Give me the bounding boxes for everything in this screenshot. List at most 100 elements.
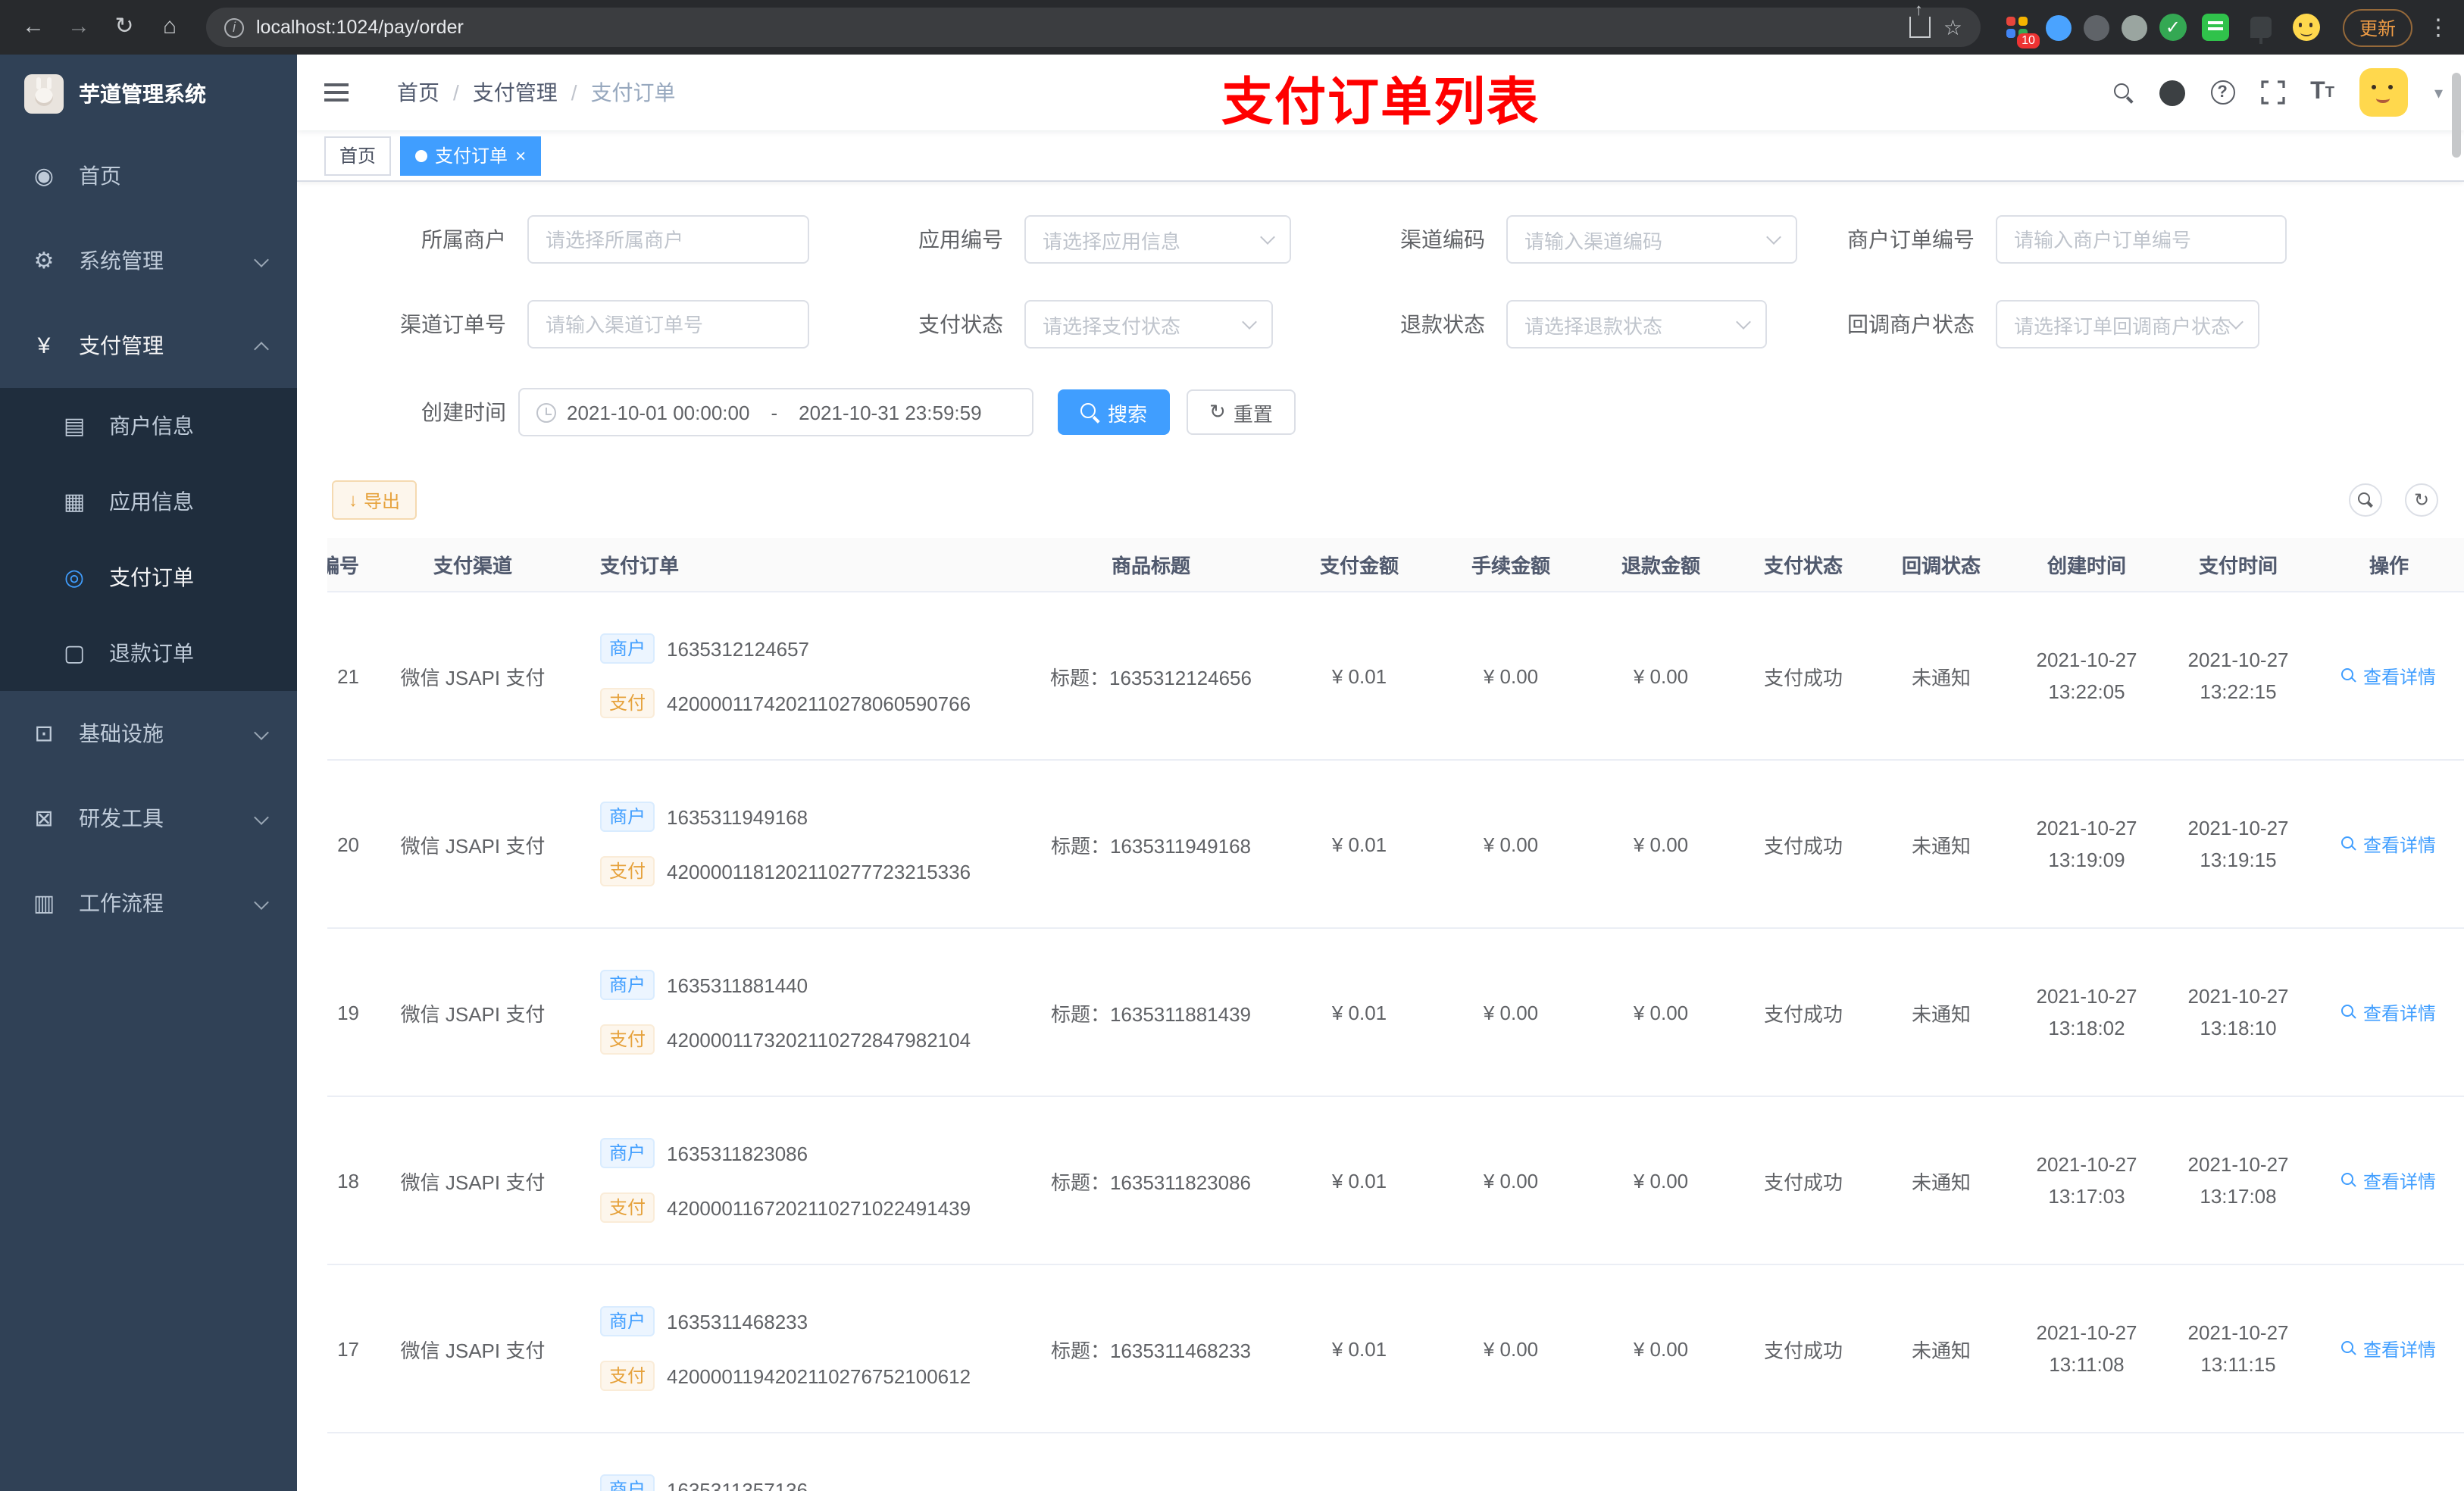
sidebar-toggle-icon[interactable]	[297, 91, 376, 94]
site-info-icon[interactable]: i	[224, 17, 244, 37]
extension-check-icon[interactable]: ✓	[2159, 14, 2187, 41]
view-detail-link[interactable]: 查看详情	[2341, 1167, 2436, 1193]
notify-status-select[interactable]: 请选择订单回调商户状态	[1996, 300, 2259, 349]
forward-button[interactable]: →	[58, 6, 100, 48]
fee-amount: ¥ 0.00	[1483, 1169, 1539, 1192]
order-id: 19	[337, 1001, 359, 1024]
merchant-input[interactable]	[527, 215, 809, 264]
sidebar: 芋道管理系统 ◉ 首页 ⚙ 系统管理 ¥ 支付管理 ▤ 商户信息 ▦ 应用信息	[0, 55, 297, 1491]
sidebar-item-infra[interactable]: ⊡ 基础设施	[0, 691, 297, 776]
sidebar-item-dev-tools[interactable]: ⊠ 研发工具	[0, 776, 297, 861]
chevron-down-icon	[1242, 314, 1257, 330]
merchant-order-no: 1635311949168	[667, 805, 808, 828]
update-button[interactable]: 更新	[2342, 8, 2412, 46]
extension-colorful-icon[interactable]: 10	[2000, 11, 2040, 48]
extension-emoji-icon[interactable]	[2290, 11, 2323, 44]
sidebar-item-home[interactable]: ◉ 首页	[0, 133, 297, 218]
channel-order-no: 4200001174202110278060590766	[667, 692, 971, 714]
github-icon[interactable]	[2159, 80, 2185, 105]
sidebar-item-app-info[interactable]: ▦ 应用信息	[0, 464, 297, 539]
sidebar-item-workflow[interactable]: ▥ 工作流程	[0, 861, 297, 946]
breadcrumb-pay[interactable]: 支付管理	[473, 77, 558, 108]
scrollbar-thumb[interactable]	[2452, 73, 2461, 158]
reload-button[interactable]: ↻	[103, 6, 145, 48]
home-button[interactable]: ⌂	[149, 6, 191, 48]
pay-order-cell: 商户 1635311357136	[579, 1433, 1018, 1491]
avatar[interactable]	[2359, 68, 2409, 117]
sidebar-item-refund-order[interactable]: ▢ 退款订单	[0, 615, 297, 691]
merchant-order-input[interactable]	[1996, 215, 2287, 264]
search-icon[interactable]	[2113, 83, 2133, 102]
export-button[interactable]: ↓ 导出	[332, 480, 417, 520]
breadcrumb-home[interactable]: 首页	[397, 77, 439, 108]
extension-chat-icon[interactable]	[2199, 11, 2232, 44]
bank-card-icon: ▤	[63, 414, 86, 439]
refresh-icon: ↻	[1209, 400, 1226, 423]
search-icon	[2358, 492, 2373, 508]
create-time: 2021-10-27 13:22:05	[2036, 649, 2137, 703]
app-select[interactable]: 请选择应用信息	[1024, 215, 1291, 264]
pinned-extension-icon[interactable]	[2244, 11, 2278, 44]
tags-view: 首页 支付订单 ×	[297, 130, 2464, 182]
view-detail-link[interactable]: 查看详情	[2341, 663, 2436, 689]
fee-amount: ¥ 0.00	[1483, 1337, 1539, 1360]
pay-status: 支付成功	[1763, 834, 1843, 857]
tab-home[interactable]: 首页	[324, 136, 392, 175]
sidebar-item-merchant-info[interactable]: ▤ 商户信息	[0, 388, 297, 464]
search-icon	[2341, 1173, 2357, 1188]
chevron-up-icon	[254, 342, 269, 357]
url-bar[interactable]: i localhost:1024/pay/order ↑ ☆	[206, 2, 1981, 47]
app-no-label: 应用编号	[918, 227, 1003, 252]
channel-order-input[interactable]	[527, 300, 809, 349]
sidebar-item-pay-order[interactable]: ◎ 支付订单	[0, 539, 297, 615]
tab-pay-order[interactable]: 支付订单 ×	[400, 136, 542, 175]
extension-blue-icon[interactable]	[2045, 14, 2072, 40]
pay-status-select[interactable]: 请选择支付状态	[1024, 300, 1273, 349]
monitor-icon: ⊡	[34, 721, 54, 747]
create-time: 2021-10-27 13:11:08	[2036, 1321, 2137, 1376]
view-detail-link[interactable]: 查看详情	[2341, 999, 2436, 1025]
browser-menu-button[interactable]: ⋮	[2425, 14, 2452, 41]
refund-amount: ¥ 0.00	[1633, 833, 1689, 855]
refund-status-select[interactable]: 请选择退款状态	[1506, 300, 1767, 349]
clock-icon	[536, 402, 556, 422]
extension-gray-icon[interactable]	[2121, 14, 2147, 40]
hide-search-button[interactable]	[2349, 483, 2382, 517]
font-size-icon[interactable]: TT	[2310, 79, 2334, 106]
sidebar-item-pay[interactable]: ¥ 支付管理	[0, 303, 297, 388]
pay-channel: 微信 JSAPI 支付	[400, 834, 546, 857]
chevron-down-icon	[2228, 314, 2244, 330]
search-button[interactable]: 搜索	[1058, 389, 1171, 435]
merchant-tag: 商户	[600, 1306, 655, 1336]
chevron-down-icon[interactable]: ▾	[2434, 83, 2443, 102]
back-button[interactable]: ←	[12, 6, 55, 48]
create-time-range[interactable]: 2021-10-01 00:00:00 - 2021-10-31 23:59:5…	[518, 388, 1033, 436]
help-icon[interactable]: ?	[2210, 80, 2235, 105]
pay-time: 2021-10-27 13:22:15	[2187, 649, 2289, 703]
sidebar-item-system[interactable]: ⚙ 系统管理	[0, 218, 297, 303]
notify-status: 未通知	[1911, 1339, 1971, 1361]
column-header-id: 编号	[327, 555, 359, 577]
view-detail-link[interactable]: 查看详情	[2341, 1336, 2436, 1361]
notify-status: 未通知	[1911, 1171, 1971, 1193]
column-header-amount: 支付金额	[1319, 555, 1399, 577]
fullscreen-icon[interactable]	[2260, 80, 2284, 105]
goods-title: 标题：1635312124656	[1050, 666, 1252, 689]
table-row: 17 微信 JSAPI 支付 商户 1635311468233 支付 42000…	[327, 1265, 2464, 1433]
create-time-label: 创建时间	[421, 400, 506, 424]
reset-button[interactable]: ↻ 重置	[1187, 389, 1296, 435]
bookmark-star-icon[interactable]: ☆	[1943, 14, 1962, 40]
refresh-button[interactable]: ↻	[2405, 483, 2438, 517]
order-id: 20	[337, 833, 359, 855]
refund-amount: ¥ 0.00	[1633, 1001, 1689, 1024]
view-detail-link[interactable]: 查看详情	[2341, 831, 2436, 857]
chevron-down-icon	[254, 725, 269, 740]
share-icon[interactable]: ↑	[1909, 2, 1931, 38]
pay-tag: 支付	[600, 1024, 655, 1055]
order-table: 编号 支付渠道 支付订单 商品标题 支付金额 手续金额 退款金额 支付状态 回调…	[327, 538, 2464, 1491]
merchant-tag: 商户	[600, 970, 655, 1000]
column-header-status: 支付状态	[1763, 555, 1843, 577]
channel-code-select[interactable]: 请输入渠道编码	[1506, 215, 1797, 264]
extension-dark-icon[interactable]	[2083, 14, 2109, 40]
close-icon[interactable]: ×	[515, 146, 526, 164]
